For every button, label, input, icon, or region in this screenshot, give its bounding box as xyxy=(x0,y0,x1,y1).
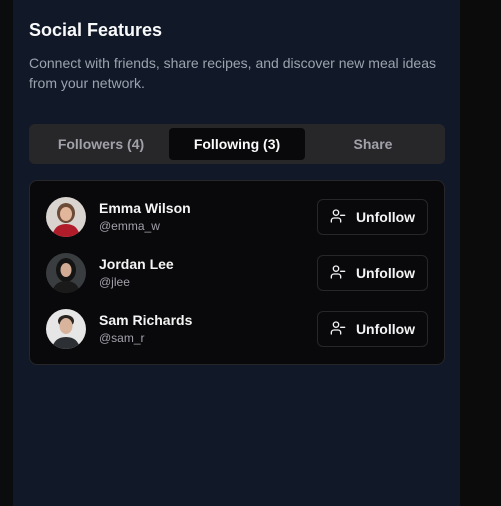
background-strip xyxy=(460,0,501,506)
user-minus-icon xyxy=(330,320,346,339)
user-handle: @sam_r xyxy=(99,331,145,345)
unfollow-button[interactable]: Unfollow xyxy=(317,255,428,291)
tab-followers[interactable]: Followers (4) xyxy=(33,128,169,160)
user-minus-icon xyxy=(330,264,346,283)
user-handle: @jlee xyxy=(99,275,130,289)
section-description: Connect with friends, share recipes, and… xyxy=(29,55,436,91)
list-item: Jordan Lee @jlee Unfollow xyxy=(46,253,428,293)
list-item: Sam Richards @sam_r Unfollow xyxy=(46,309,428,349)
unfollow-button[interactable]: Unfollow xyxy=(317,311,428,347)
unfollow-button[interactable]: Unfollow xyxy=(317,199,428,235)
tab-share[interactable]: Share xyxy=(305,128,441,160)
avatar xyxy=(46,197,86,237)
avatar xyxy=(46,253,86,293)
user-name: Jordan Lee xyxy=(99,256,174,272)
following-list: Emma Wilson @emma_w Unfollow Jordan Lee … xyxy=(29,180,445,365)
unfollow-label: Unfollow xyxy=(355,209,416,225)
user-handle: @emma_w xyxy=(99,219,160,233)
tab-following[interactable]: Following (3) xyxy=(169,128,305,160)
section-title: Social Features xyxy=(29,20,163,40)
user-name: Sam Richards xyxy=(99,312,193,328)
user-name: Emma Wilson xyxy=(99,200,191,216)
unfollow-label: Unfollow xyxy=(355,265,416,281)
user-minus-icon xyxy=(330,208,346,227)
social-features-panel: Social Features Connect with friends, sh… xyxy=(13,0,460,506)
avatar xyxy=(46,309,86,349)
list-item: Emma Wilson @emma_w Unfollow xyxy=(46,197,428,237)
social-tabs: Followers (4) Following (3) Share xyxy=(29,124,445,164)
unfollow-label: Unfollow xyxy=(355,321,416,337)
